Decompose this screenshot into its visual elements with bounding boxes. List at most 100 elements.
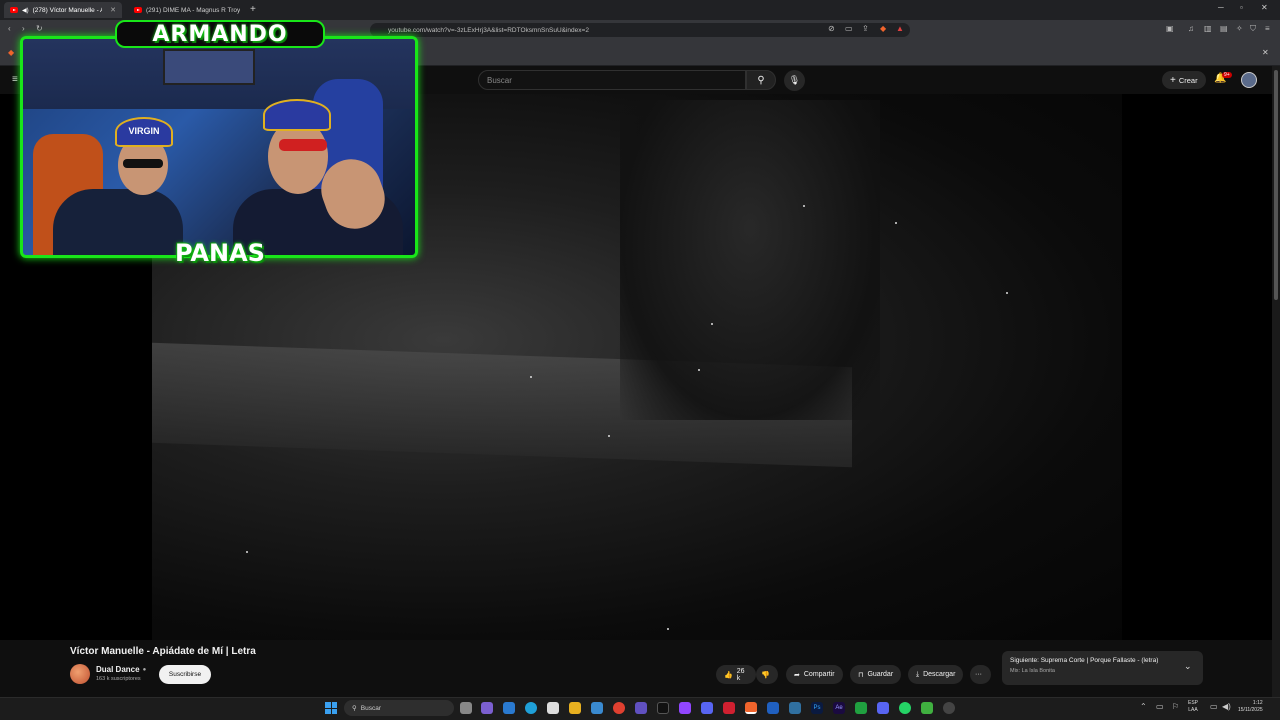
sunglasses bbox=[123, 159, 163, 168]
channel-avatar[interactable] bbox=[70, 664, 90, 684]
extension-icon[interactable]: ⊘ bbox=[828, 24, 835, 33]
thumbs-down-icon: 👎 bbox=[761, 671, 770, 679]
save-button[interactable]: ⊓ Guardar bbox=[850, 665, 902, 684]
chrome-icon[interactable] bbox=[613, 702, 625, 714]
windows-start-icon[interactable] bbox=[325, 702, 337, 714]
new-tab-button[interactable]: + bbox=[250, 4, 256, 15]
youtube-favicon-icon bbox=[10, 7, 18, 13]
back-icon[interactable]: ‹ bbox=[8, 24, 11, 33]
download-label: Descargar bbox=[923, 671, 956, 678]
search-icon: ⚲ bbox=[757, 74, 765, 86]
tiktok-icon[interactable] bbox=[657, 702, 669, 714]
app-icon[interactable] bbox=[503, 702, 515, 714]
task-view-icon[interactable] bbox=[460, 702, 472, 714]
up-next-card[interactable]: Siguiente: Suprema Corte | Porque Fallas… bbox=[1002, 651, 1203, 685]
close-icon[interactable]: ✕ bbox=[110, 6, 116, 14]
discord-icon[interactable] bbox=[701, 702, 713, 714]
voice-search-button[interactable]: 🎙 bbox=[784, 70, 805, 91]
twitch-icon[interactable] bbox=[679, 702, 691, 714]
dust-speck bbox=[608, 435, 610, 437]
like-button[interactable]: 👍 26 k bbox=[716, 665, 756, 684]
share-page-icon[interactable]: ⇪ bbox=[862, 24, 869, 33]
after-effects-icon[interactable]: Ae bbox=[833, 702, 845, 714]
sidebar-icon[interactable]: ▣ bbox=[1166, 24, 1174, 33]
subscribe-button[interactable]: Suscribirse bbox=[159, 665, 211, 684]
menu-icon[interactable]: ≡ bbox=[1265, 24, 1270, 33]
chevron-up-icon[interactable]: ⌃ bbox=[1140, 702, 1147, 711]
app-red-icon[interactable] bbox=[723, 702, 735, 714]
scrollbar-thumb[interactable] bbox=[1274, 70, 1278, 300]
media-icon[interactable]: ♫ bbox=[1188, 24, 1194, 33]
more-actions-button[interactable]: ··· bbox=[970, 665, 991, 684]
maximize-button[interactable]: ▫ bbox=[1240, 3, 1243, 12]
panel-icon[interactable]: ▥ bbox=[1204, 24, 1212, 33]
minimize-button[interactable]: ─ bbox=[1218, 3, 1224, 12]
notification-badge: 9+ bbox=[1222, 72, 1232, 78]
brave-icon: ◆ bbox=[8, 48, 15, 57]
forward-icon[interactable]: › bbox=[22, 24, 25, 33]
chevron-down-icon[interactable]: ⌄ bbox=[1184, 661, 1192, 672]
hamburger-menu-icon[interactable]: ≡ bbox=[12, 74, 18, 85]
close-icon[interactable]: ✕ bbox=[1262, 48, 1269, 57]
search-button[interactable]: ⚲ bbox=[746, 70, 776, 90]
reload-icon[interactable]: ↻ bbox=[36, 24, 43, 33]
whatsapp-icon[interactable] bbox=[899, 702, 911, 714]
cast-icon[interactable]: ▭ bbox=[845, 24, 853, 33]
xbox-icon[interactable] bbox=[855, 702, 867, 714]
tab-inactive[interactable]: (291) DIME MA - Magnus R Troy ft J.. bbox=[128, 2, 246, 18]
create-label: Crear bbox=[1178, 75, 1198, 85]
up-next-title: Siguiente: Suprema Corte | Porque Fallas… bbox=[1010, 657, 1159, 664]
tray-app-icon[interactable]: ▭ bbox=[1156, 702, 1164, 711]
network-icon[interactable]: ▭ bbox=[1210, 702, 1218, 711]
dust-speck bbox=[698, 369, 700, 371]
language-indicator[interactable]: ESP LAA bbox=[1188, 700, 1198, 714]
clock[interactable]: 1:12 15/11/2025 bbox=[1238, 700, 1263, 714]
store-icon[interactable] bbox=[547, 702, 559, 714]
brave-shield-icon[interactable]: ◆ bbox=[880, 24, 886, 33]
account-avatar[interactable] bbox=[1241, 72, 1257, 88]
copilot-icon[interactable] bbox=[481, 702, 493, 714]
vpn-icon[interactable]: ⛉ bbox=[1250, 24, 1256, 34]
app-icon[interactable] bbox=[789, 702, 801, 714]
app-blue-icon[interactable] bbox=[767, 702, 779, 714]
share-button[interactable]: ➦ Compartir bbox=[786, 665, 843, 684]
dust-speck bbox=[530, 376, 532, 378]
edge-icon[interactable] bbox=[525, 702, 537, 714]
webcam-overlay: VIRGIN bbox=[20, 36, 418, 258]
app-green-icon[interactable] bbox=[921, 702, 933, 714]
plus-icon: + bbox=[1170, 74, 1176, 86]
search-input[interactable]: Buscar bbox=[478, 70, 746, 90]
date: 15/11/2025 bbox=[1238, 707, 1263, 713]
file-explorer-icon[interactable] bbox=[569, 702, 581, 714]
tab-active[interactable]: ◀) (278) Víctor Manuelle - Apiád ✕ bbox=[4, 2, 122, 18]
bookmark-icon: ⊓ bbox=[858, 671, 864, 679]
leo-icon[interactable]: ✧ bbox=[1236, 24, 1243, 33]
rewards-icon[interactable]: ▲ bbox=[896, 24, 904, 33]
overlay-name-top: ARMANDO bbox=[115, 20, 325, 48]
brave-taskbar-icon[interactable] bbox=[745, 702, 757, 714]
share-label: Compartir bbox=[803, 671, 835, 678]
channel-name[interactable]: Dual Dance ● bbox=[96, 665, 146, 674]
mix-label: Mix: La Isla Bonita bbox=[1010, 668, 1055, 674]
location-icon[interactable]: ⚐ bbox=[1172, 702, 1179, 711]
taskbar-search[interactable]: ⚲ Buscar bbox=[344, 700, 454, 716]
overlay-name-bottom: PANAS bbox=[175, 239, 265, 267]
video-scene-figure bbox=[620, 100, 880, 420]
dust-speck bbox=[667, 628, 669, 630]
download-icon: ⤓ bbox=[916, 670, 920, 678]
thumbs-up-icon: 👍 bbox=[724, 671, 733, 679]
app-gray-icon[interactable] bbox=[943, 702, 955, 714]
teams-icon[interactable] bbox=[635, 702, 647, 714]
download-button[interactable]: ⤓ Descargar bbox=[908, 665, 964, 684]
close-window-button[interactable]: ✕ bbox=[1261, 3, 1268, 12]
app-icon[interactable] bbox=[877, 702, 889, 714]
create-button[interactable]: + Crear bbox=[1162, 71, 1206, 89]
mail-icon[interactable] bbox=[591, 702, 603, 714]
dislike-button[interactable]: 👎 bbox=[756, 665, 778, 684]
lang-layout: LAA bbox=[1188, 707, 1198, 713]
wallet-icon[interactable]: ▤ bbox=[1220, 24, 1228, 33]
photoshop-icon[interactable]: Ps bbox=[811, 702, 823, 714]
dust-speck bbox=[1006, 292, 1008, 294]
volume-icon[interactable]: ◀) bbox=[1222, 702, 1231, 711]
red-sunglasses bbox=[279, 139, 327, 151]
